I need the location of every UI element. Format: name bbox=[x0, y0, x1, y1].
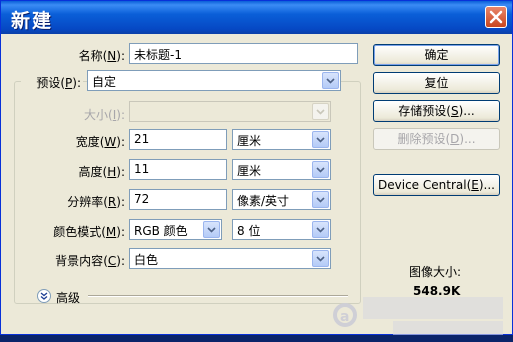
resolution-input[interactable]: 72 bbox=[129, 189, 227, 210]
size-select[interactable] bbox=[129, 101, 331, 122]
color-mode-select[interactable]: RGB 颜色 bbox=[129, 219, 222, 240]
size-label: 大小(I): bbox=[84, 108, 125, 122]
svg-text:a: a bbox=[340, 309, 349, 325]
chevron-down-icon bbox=[207, 227, 216, 233]
image-size-label: 图像大小: bbox=[409, 265, 462, 279]
delete-preset-button[interactable]: 删除预设(D)... bbox=[373, 128, 500, 150]
chevron-down-icon bbox=[316, 109, 325, 115]
size-dropdown-button[interactable] bbox=[312, 103, 329, 120]
bit-depth-select[interactable]: 8 位 bbox=[232, 219, 331, 240]
close-icon bbox=[489, 10, 503, 24]
chevron-down-icon bbox=[316, 137, 325, 143]
chevron-down-icon bbox=[316, 256, 325, 262]
width-label: 宽度(W): bbox=[75, 135, 125, 149]
new-document-dialog: 新建 名称(N): 未标题-1 预设(P): 自定 大小(I): 宽度(W): bbox=[0, 0, 513, 335]
resolution-unit-dropdown-button[interactable] bbox=[312, 191, 329, 208]
background-contents-select[interactable]: 白色 bbox=[129, 248, 331, 269]
resolution-unit-select[interactable]: 像素/英寸 bbox=[232, 189, 331, 210]
chevron-down-icon bbox=[316, 227, 325, 233]
preset-dropdown-button[interactable] bbox=[322, 72, 339, 89]
height-label: 高度(H): bbox=[78, 165, 125, 179]
chevron-down-icon bbox=[316, 167, 325, 173]
background-contents-dropdown-button[interactable] bbox=[312, 250, 329, 267]
bit-depth-dropdown-button[interactable] bbox=[312, 221, 329, 238]
expand-advanced-icon bbox=[40, 292, 48, 300]
preset-select[interactable]: 自定 bbox=[87, 70, 341, 91]
ok-button[interactable]: 确定 bbox=[373, 44, 500, 66]
background-contents-label: 背景内容(C): bbox=[55, 254, 125, 268]
dialog-title: 新建 bbox=[11, 10, 54, 32]
resolution-label: 分辨率(R): bbox=[67, 195, 125, 209]
advanced-label: 高级 bbox=[56, 291, 81, 305]
name-input[interactable]: 未标题-1 bbox=[129, 43, 358, 64]
chevron-down-icon bbox=[326, 78, 335, 84]
color-mode-label: 颜色模式(M): bbox=[53, 225, 125, 239]
advanced-divider bbox=[88, 295, 348, 297]
device-central-button[interactable]: Device Central(E)... bbox=[373, 174, 500, 196]
close-button[interactable] bbox=[485, 6, 507, 28]
reset-button[interactable]: 复位 bbox=[373, 72, 500, 94]
advanced-toggle-button[interactable] bbox=[37, 289, 51, 303]
watermark: a bbox=[333, 283, 513, 336]
width-input[interactable]: 21 bbox=[129, 129, 227, 150]
width-unit-select[interactable]: 厘米 bbox=[232, 129, 331, 150]
chevron-down-icon bbox=[316, 197, 325, 203]
color-mode-dropdown-button[interactable] bbox=[203, 221, 220, 238]
height-unit-dropdown-button[interactable] bbox=[312, 161, 329, 178]
width-unit-dropdown-button[interactable] bbox=[312, 131, 329, 148]
preset-label: 预设(P): bbox=[21, 74, 83, 91]
save-preset-button[interactable]: 存储预设(S)... bbox=[373, 100, 500, 122]
height-unit-select[interactable]: 厘米 bbox=[232, 159, 331, 180]
titlebar[interactable]: 新建 bbox=[1, 1, 512, 34]
name-label: 名称(N): bbox=[78, 49, 125, 63]
height-input[interactable]: 11 bbox=[129, 159, 227, 180]
